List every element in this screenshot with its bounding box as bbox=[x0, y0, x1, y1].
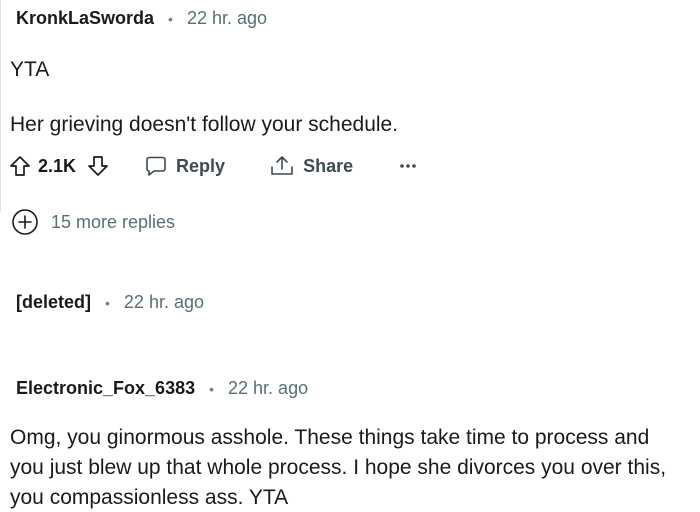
comment-author: [deleted] bbox=[16, 292, 92, 312]
comment-thread: KronkLaSworda • 22 hr. ago YTA Her griev… bbox=[0, 0, 700, 512]
comment-timestamp[interactable]: 22 hr. ago bbox=[124, 292, 204, 313]
comment-actions: 2.1K Reply Share bbox=[8, 150, 417, 182]
downvote-arrow-icon[interactable] bbox=[86, 154, 110, 178]
share-label: Share bbox=[303, 155, 354, 176]
comment-body-line: you just blew up that whole process. I h… bbox=[10, 456, 667, 479]
share-arrow-icon bbox=[269, 154, 295, 178]
comment-author[interactable]: KronkLaSworda bbox=[16, 8, 154, 29]
reply-button[interactable]: Reply bbox=[144, 154, 225, 178]
share-button[interactable]: Share bbox=[269, 154, 353, 178]
plus-circle-icon bbox=[11, 208, 39, 236]
comment-author[interactable]: Electronic_Fox_6383 bbox=[16, 378, 195, 399]
reply-label: Reply bbox=[176, 155, 226, 176]
more-replies-label: 15 more replies bbox=[51, 211, 176, 232]
meta-separator: • bbox=[168, 10, 173, 27]
meta-separator: • bbox=[209, 380, 215, 397]
comment-body-line: YTA bbox=[10, 58, 50, 81]
comment-timestamp[interactable]: 22 hr. ago bbox=[187, 8, 267, 29]
comment-body-line: Her grieving doesn't follow your schedul… bbox=[10, 113, 399, 136]
comment-meta: Electronic_Fox_6383 • 22 hr. ago bbox=[16, 378, 308, 399]
more-options-icon bbox=[399, 161, 417, 171]
comment-timestamp[interactable]: 22 hr. ago bbox=[228, 378, 308, 399]
speech-bubble-icon bbox=[144, 154, 168, 178]
comment-body-line: you compassionless ass. YTA bbox=[10, 486, 289, 509]
meta-separator: • bbox=[105, 294, 110, 311]
comment-meta: [deleted] • 22 hr. ago bbox=[16, 292, 204, 313]
comment-meta: KronkLaSworda • 22 hr. ago bbox=[16, 8, 267, 29]
comment-body-line: Omg, you ginormous asshole. These things… bbox=[10, 426, 650, 449]
thread-line[interactable] bbox=[0, 0, 1, 212]
upvote-arrow-icon[interactable] bbox=[8, 154, 32, 178]
vote-count: 2.1K bbox=[38, 155, 77, 176]
more-replies-button[interactable]: 15 more replies bbox=[11, 208, 175, 236]
more-options-button[interactable] bbox=[399, 161, 417, 171]
